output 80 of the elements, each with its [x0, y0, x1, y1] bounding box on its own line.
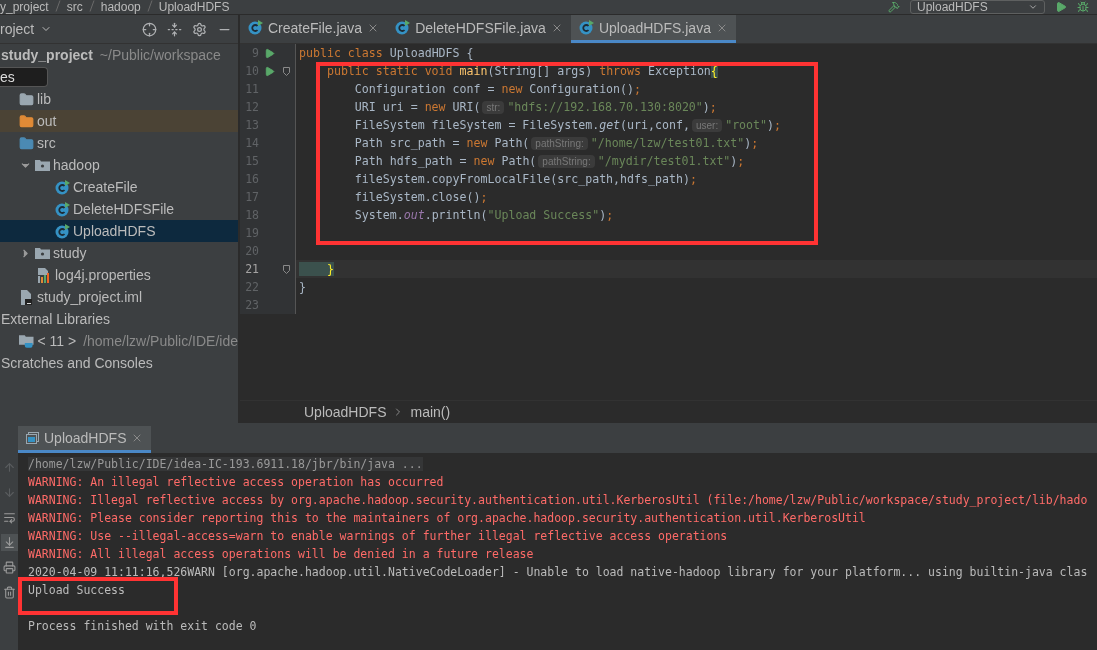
code-line: Path src_path = new Path( pathString: "/home/lzw/test01.txt");: [353, 136, 759, 150]
class-icon: [55, 223, 70, 239]
editor-tab[interactable]: DeleteHDFSFile.java: [387, 15, 571, 43]
fold-icon[interactable]: [282, 264, 290, 274]
code-line: public static void main(String[] args) throws Exception{: [325, 64, 718, 78]
console-line: Process finished with exit code 0: [28, 619, 257, 633]
tree-item[interactable]: study: [0, 242, 238, 264]
console-line: WARNING: Use --illegal-access=warn to enable warnings of further illegal reflective access operations: [28, 529, 728, 543]
console-line: WARNING: All illegal access operations will be denied in a future release: [28, 547, 534, 561]
tooltip: es: [0, 67, 48, 87]
code-line: FileSystem fileSystem = FileSystem.get(uri,conf, user: "root");: [353, 118, 781, 132]
console-line: Upload Success: [28, 583, 125, 597]
tree-item[interactable]: External Libraries: [0, 308, 238, 330]
slash-icon: [54, 0, 61, 12]
scroll-to-end-icon[interactable]: [0, 534, 18, 551]
code-line: Configuration conf = new Configuration();: [353, 82, 642, 96]
tree-item[interactable]: log4j.properties: [0, 264, 238, 286]
run-icon[interactable]: [263, 47, 275, 59]
console-line: WARNING: Illegal reflective access by org.apache.hadoop.security.authentication.util.KerberosUtil (file:/home/lzw/Public/workspace/study_project/lib/hado: [28, 493, 1088, 507]
editor-tab[interactable]: CreateFile.java: [240, 15, 388, 43]
printer-icon[interactable]: [0, 559, 18, 576]
slash-icon: [146, 0, 153, 12]
class-icon: [55, 201, 70, 217]
package-icon: [35, 159, 50, 171]
folder-icon: [19, 91, 34, 107]
caret-icon: [1028, 2, 1038, 12]
tree-item[interactable]: lib: [0, 88, 238, 110]
console-line: WARNING: An illegal reflective access operation has occurred: [28, 475, 444, 489]
code-line: System.out.println("Upload Success");: [353, 208, 614, 222]
tree-item[interactable]: study_project.iml: [0, 286, 238, 308]
project-view-dropdown[interactable]: roject: [0, 21, 53, 37]
collapse-icon[interactable]: [167, 21, 182, 37]
breadcrumb[interactable]: src: [66, 0, 83, 14]
tree-item[interactable]: hadoop: [0, 154, 238, 176]
folder-icon: [19, 113, 34, 129]
tree-item[interactable]: CreateFile: [0, 176, 238, 198]
breadcrumb[interactable]: hadoop: [100, 0, 141, 14]
tree-item[interactable]: study_project ~/Public/workspace: [0, 44, 238, 66]
slash-icon: [88, 0, 95, 12]
line-number: 21: [244, 262, 259, 276]
code-line: Path hdfs_path = new Path( pathString: "/mydir/test01.txt");: [353, 154, 745, 168]
tree-item[interactable]: UploadHDFS: [0, 220, 238, 242]
breadcrumb[interactable]: UploadHDFS: [158, 0, 230, 14]
tree-item[interactable]: DeleteHDFSFile: [0, 198, 238, 220]
breadcrumb[interactable]: main(): [410, 404, 451, 420]
package-icon: [35, 247, 50, 259]
run-icon[interactable]: [1055, 1, 1067, 13]
folder-icon: [19, 135, 34, 151]
bug-icon[interactable]: [1077, 1, 1089, 13]
code-line: }: [298, 280, 306, 294]
path-text: /home/lzw/Public/IDE/ide: [83, 333, 238, 349]
breadcrumb[interactable]: y_project: [0, 0, 49, 14]
code-line: fileSystem.copyFromLocalFile(src_path,hdfs_path);: [353, 172, 697, 186]
class-icon: [578, 20, 594, 35]
code-line: fileSystem.close();: [353, 190, 488, 204]
tree-item[interactable]: src: [0, 132, 238, 154]
console-line: WARNING: Please consider reporting this to the maintainers of org.apache.hadoop.security.authentication.util.KerberosUtil: [28, 511, 866, 525]
file-icon: [19, 289, 34, 305]
code-line: public class UploadHDFS {: [298, 46, 474, 60]
settings-icon[interactable]: [192, 21, 207, 37]
crosshair-icon[interactable]: [142, 21, 157, 37]
tree-item[interactable]: Scratches and Consoles: [0, 352, 238, 374]
editor-tab[interactable]: UploadHDFS.java: [570, 15, 736, 43]
class-icon: [395, 20, 411, 35]
breadcrumb[interactable]: UploadHDFS: [304, 404, 387, 420]
run-tab[interactable]: UploadHDFS: [18, 426, 152, 453]
tree-item[interactable]: out: [0, 110, 238, 132]
properties-file-icon: [37, 267, 52, 283]
class-icon: [248, 20, 263, 35]
library-icon: [19, 334, 35, 348]
hammer-icon[interactable]: [888, 1, 900, 13]
code-line: URI uri = new URI( str: "hdfs://192.168.70.130:8020");: [353, 100, 717, 114]
run-icon[interactable]: [263, 65, 275, 77]
console-line: 2020-04-09 11:11:16,526WARN [org.apache.hadoop.util.NativeCodeLoader] - Unable to load native-hadoop library for your platform... using builtin-java clas: [28, 565, 1088, 579]
window-icon: [26, 432, 39, 444]
class-icon: [55, 179, 70, 195]
tree-item[interactable]: < 11 > /home/lzw/Public/IDE/ide: [0, 330, 238, 352]
fold-icon[interactable]: [282, 66, 290, 76]
run-configuration-dropdown[interactable]: UploadHDFS: [910, 0, 1045, 14]
path-text: ~/Public/workspace: [99, 47, 221, 63]
